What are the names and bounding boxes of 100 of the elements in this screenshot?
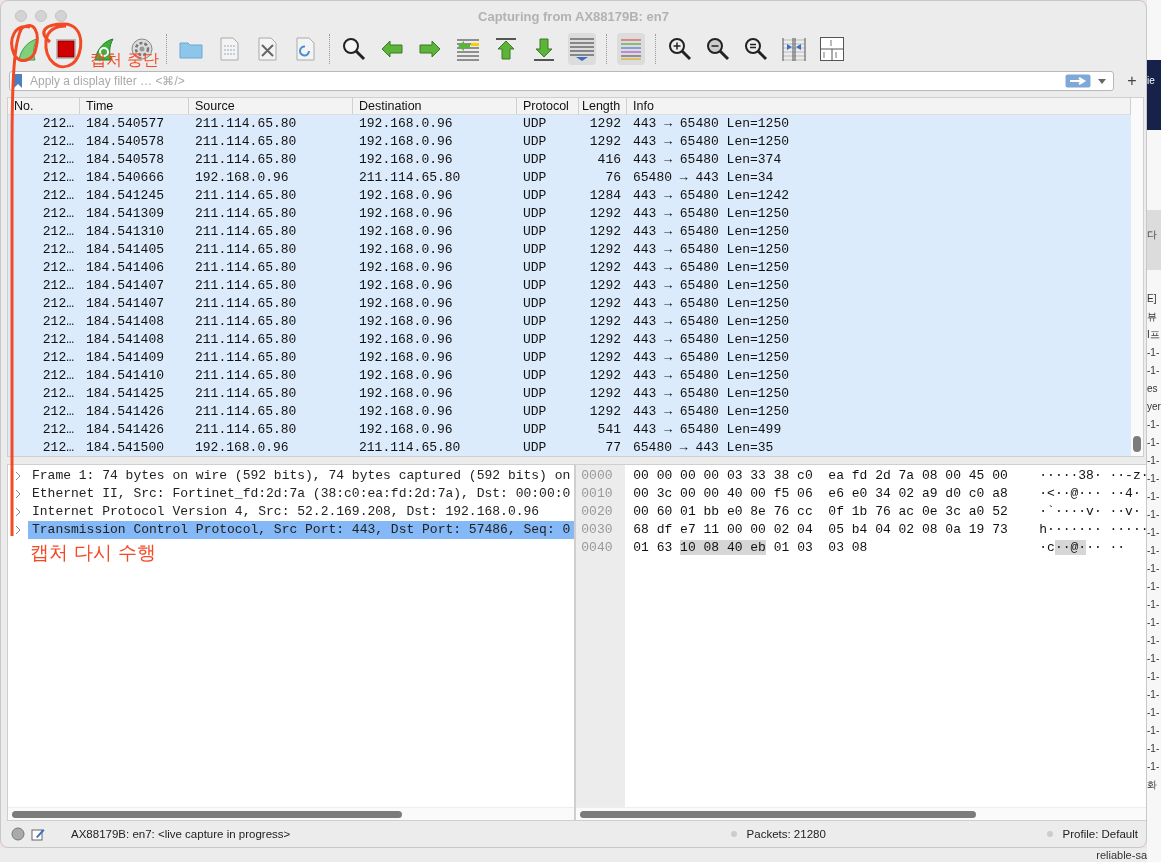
table-cell-text: 192.168.0.96	[358, 134, 454, 150]
background-text: -1-	[1147, 418, 1161, 432]
up-arrow-icon	[493, 36, 519, 62]
table-cell-text: 1292	[588, 296, 622, 311]
table-cell-text: 1292	[588, 385, 622, 401]
table-cell-text: 443 → 65480 Len=1250	[632, 296, 791, 311]
zoom-in-icon	[667, 36, 693, 62]
table-cell-text: 443 → 65480 Len=1250	[632, 134, 791, 150]
background-text: -1-	[1147, 742, 1161, 756]
table-cell-text: 211.114.65.80	[194, 116, 298, 132]
tree-item[interactable]: Transmission Control Protocol, Src Port: 443, Dst Port: 57486, Seq: 0	[28, 521, 575, 539]
ascii-text: ·`····v· ··v·	[1039, 503, 1142, 521]
table-cell-text: UDP	[522, 421, 548, 437]
table-cell-text: 211.114.65.80	[194, 278, 298, 294]
table-cell-text: 184.541408	[85, 313, 165, 329]
background-text: -1-	[1147, 562, 1161, 576]
tree-item[interactable]: Frame 1: 74 bytes on wire (592 bits), 74 bytes captured (592 bits) on	[28, 467, 575, 485]
packet-count: Packets: 21280	[746, 828, 827, 840]
table-cell-text: 443 → 65480 Len=1250	[632, 367, 791, 383]
zoom-reset-icon	[743, 36, 769, 62]
table-cell-text: 212…	[41, 224, 75, 240]
table-cell-text: UDP	[522, 439, 548, 455]
table-cell-text: 184.541409	[85, 349, 165, 365]
table-cell-text: 211.114.65.80	[194, 296, 298, 311]
table-cell-text: UDP	[522, 170, 548, 186]
table-cell-text: 184.541425	[85, 385, 165, 401]
table-cell-text: 192.168.0.96	[358, 206, 454, 222]
table-cell-text: 192.168.0.96	[358, 296, 454, 311]
table-cell-text: 212…	[41, 331, 75, 347]
table-cell-text: UDP	[522, 206, 548, 222]
table-cell-text: 192.168.0.96	[358, 278, 454, 294]
table-cell-text: 212…	[41, 242, 75, 258]
column-header[interactable]: Source	[189, 98, 353, 114]
status-dot-icon	[11, 827, 25, 841]
table-cell-text: 192.168.0.96	[358, 242, 454, 258]
table-cell-text: UDP	[522, 385, 548, 401]
column-header[interactable]: No.	[8, 98, 80, 114]
table-cell-text: 541	[596, 421, 622, 437]
column-header[interactable]: Destination	[353, 98, 517, 114]
table-cell-text: 1292	[588, 116, 622, 132]
table-cell-text: 211.114.65.80	[358, 170, 462, 186]
table-cell-text: 192.168.0.96	[358, 224, 454, 240]
colored-lines-icon	[618, 36, 644, 62]
lines-scroll-icon	[569, 36, 595, 62]
down-arrow-icon	[531, 36, 557, 62]
background-text: 뷰	[1147, 310, 1158, 324]
table-cell-text: UDP	[522, 349, 548, 365]
table-cell-text: 212…	[41, 421, 75, 437]
table-cell-text: 65480 → 443 Len=35	[632, 439, 775, 455]
bookmark-icon	[13, 73, 23, 89]
table-cell-text: 212…	[41, 296, 75, 311]
column-header[interactable]: Length	[579, 98, 627, 114]
table-cell-text: 77	[604, 439, 622, 455]
scrollbar-thumb[interactable]	[580, 811, 977, 818]
table-cell-text: 416	[596, 152, 622, 168]
table-cell-text: 192.168.0.96	[358, 116, 454, 132]
byte-offset: 0030	[581, 521, 614, 539]
table-cell-text: 1292	[588, 242, 622, 258]
column-header[interactable]: Protocol	[517, 98, 579, 114]
scrollbar-thumb[interactable]	[1133, 436, 1141, 452]
table-cell-text: 211.114.65.80	[194, 421, 298, 437]
table-cell-text: 192.168.0.96	[358, 313, 454, 329]
table-cell-text: 212…	[41, 188, 75, 204]
hex-bytes: 01 63 10 08 40 eb 01 03 03 08	[633, 539, 869, 557]
table-cell-text: UDP	[522, 260, 548, 276]
zoom-out-icon	[705, 36, 731, 62]
table-cell-text: 211.114.65.80	[194, 260, 298, 276]
table-cell-text: 184.541410	[85, 367, 165, 383]
tree-item[interactable]: Internet Protocol Version 4, Src: 52.2.169.208, Dst: 192.168.0.96	[28, 503, 575, 521]
table-cell-text: 1292	[588, 331, 622, 347]
table-cell-text: 184.541405	[85, 242, 165, 258]
scrollbar-thumb[interactable]	[12, 811, 402, 818]
background-text: -1-	[1147, 634, 1161, 648]
table-cell-text: 1292	[588, 367, 622, 383]
background-text: -1-	[1147, 706, 1161, 720]
column-header[interactable]: Time	[80, 98, 189, 114]
profile-label[interactable]: Profile: Default	[1062, 828, 1138, 840]
table-cell-text: 211.114.65.80	[194, 331, 298, 347]
table-cell-text: 212…	[41, 170, 75, 186]
table-cell-text: 184.541245	[85, 188, 165, 204]
dropdown-caret-icon	[1097, 77, 1107, 85]
filter-input[interactable]: Apply a display filter … <⌘/>	[26, 74, 1065, 88]
ascii-text: ·<··@··· ··4·	[1039, 485, 1142, 503]
table-cell-text: UDP	[522, 116, 548, 132]
tree-item[interactable]: Ethernet II, Src: Fortinet_fd:2d:7a (38:c0:ea:fd:2d:7a), Dst: 00:00:0	[28, 485, 575, 503]
table-cell-text: UDP	[522, 278, 548, 294]
filter-field[interactable]: Apply a display filter … <⌘/>	[9, 71, 1114, 91]
table-cell-text: 192.168.0.96	[358, 403, 454, 419]
background-text: -1-	[1147, 364, 1161, 378]
table-cell-text: 192.168.0.96	[194, 439, 290, 455]
add-filter-button[interactable]: +	[1124, 72, 1140, 90]
background-text: reliable-sa	[1096, 849, 1147, 861]
table-cell-text: 184.541500	[85, 439, 165, 455]
byte-offset: 0020	[581, 503, 614, 521]
table-cell-text: UDP	[522, 403, 548, 419]
background-text: es	[1147, 382, 1159, 396]
search-icon	[341, 36, 367, 62]
table-cell-text: 212…	[41, 313, 75, 329]
table-cell-text: 443 → 65480 Len=1250	[632, 349, 791, 365]
table-cell-text: 443 → 65480 Len=1250	[632, 278, 791, 294]
